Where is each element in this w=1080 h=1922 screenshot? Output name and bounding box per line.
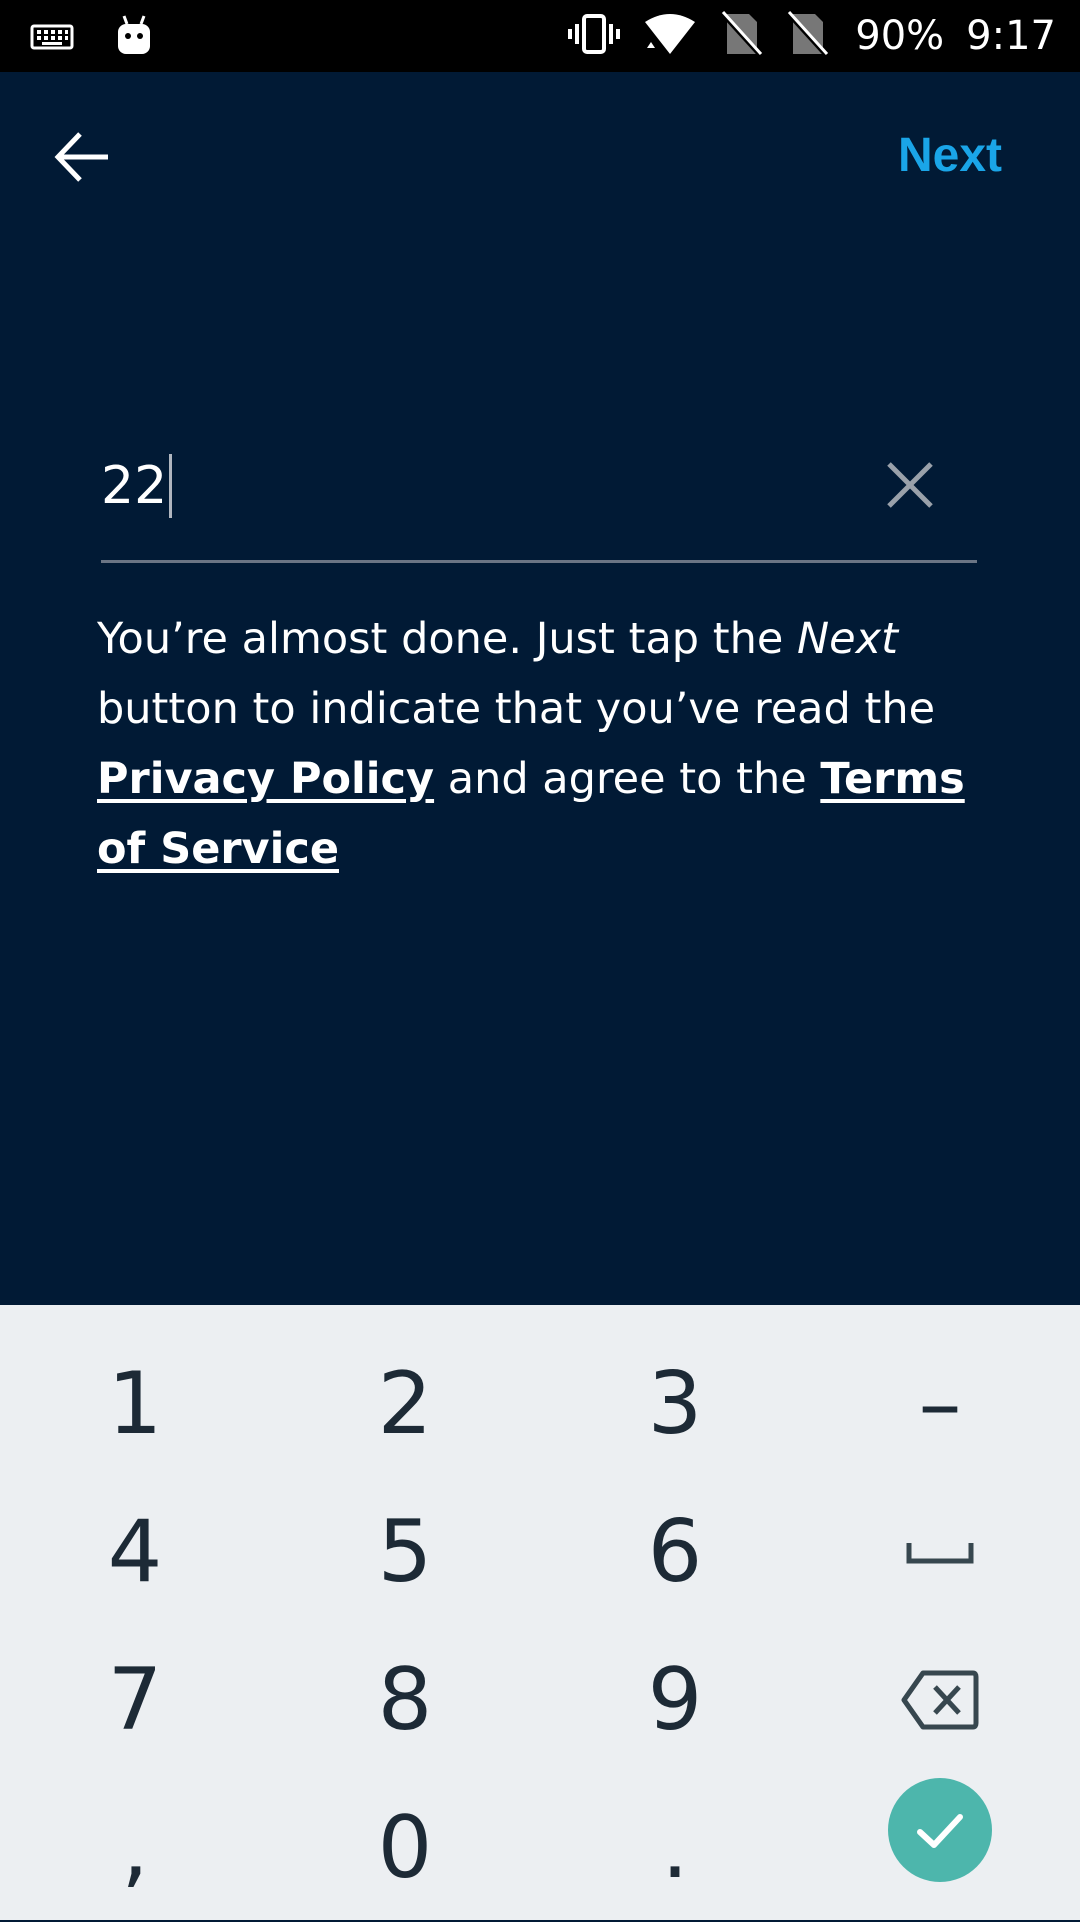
key-0[interactable]: 0 (270, 1774, 540, 1922)
clear-button[interactable] (883, 458, 937, 512)
keyboard-icon (30, 14, 74, 62)
message-text: and agree to the (434, 754, 821, 804)
key-comma[interactable]: , (0, 1774, 270, 1922)
key-dash[interactable]: – (805, 1330, 1075, 1478)
no-sim-icon (719, 10, 764, 62)
text-caret (169, 454, 173, 518)
key-2[interactable]: 2 (270, 1330, 540, 1478)
arrow-left-icon (54, 132, 108, 182)
numeric-keyboard: 1 2 3 – 4 5 6 7 8 9 , 0 . (0, 1305, 1080, 1920)
back-button[interactable] (50, 124, 116, 190)
key-3[interactable]: 3 (540, 1330, 810, 1478)
key-space[interactable] (805, 1478, 1075, 1626)
key-6[interactable]: 6 (540, 1478, 810, 1626)
battery-percent: 90% (855, 13, 945, 59)
close-icon (887, 462, 933, 508)
next-word: Next (797, 614, 898, 664)
wifi-icon (643, 12, 697, 60)
key-8[interactable]: 8 (270, 1626, 540, 1774)
code-input[interactable]: 22 (101, 430, 977, 563)
checkmark-icon (917, 1814, 963, 1848)
key-1[interactable]: 1 (0, 1330, 270, 1478)
no-sim-icon (785, 10, 830, 62)
key-9[interactable]: 9 (540, 1626, 810, 1774)
backspace-icon (901, 1670, 979, 1730)
key-backspace[interactable] (805, 1626, 1075, 1774)
android-icon (114, 14, 154, 62)
vibrate-icon (567, 12, 621, 60)
clock: 9:17 (966, 13, 1056, 59)
done-key[interactable] (888, 1778, 992, 1882)
message-text: button to indicate that you’ve read the (97, 684, 936, 734)
key-7[interactable]: 7 (0, 1626, 270, 1774)
next-button[interactable]: Next (898, 128, 1002, 183)
privacy-policy-link[interactable]: Privacy Policy (97, 754, 434, 804)
key-5[interactable]: 5 (270, 1478, 540, 1626)
key-4[interactable]: 4 (0, 1478, 270, 1626)
consent-message: You’re almost done. Just tap the Next bu… (97, 604, 997, 884)
top-app-bar: Next (0, 72, 1080, 242)
message-text: You’re almost done. Just tap the (97, 614, 797, 664)
key-period[interactable]: . (540, 1774, 810, 1922)
input-value: 22 (101, 456, 168, 516)
status-bar: 90% 9:17 (0, 0, 1080, 72)
space-icon (906, 1543, 974, 1564)
